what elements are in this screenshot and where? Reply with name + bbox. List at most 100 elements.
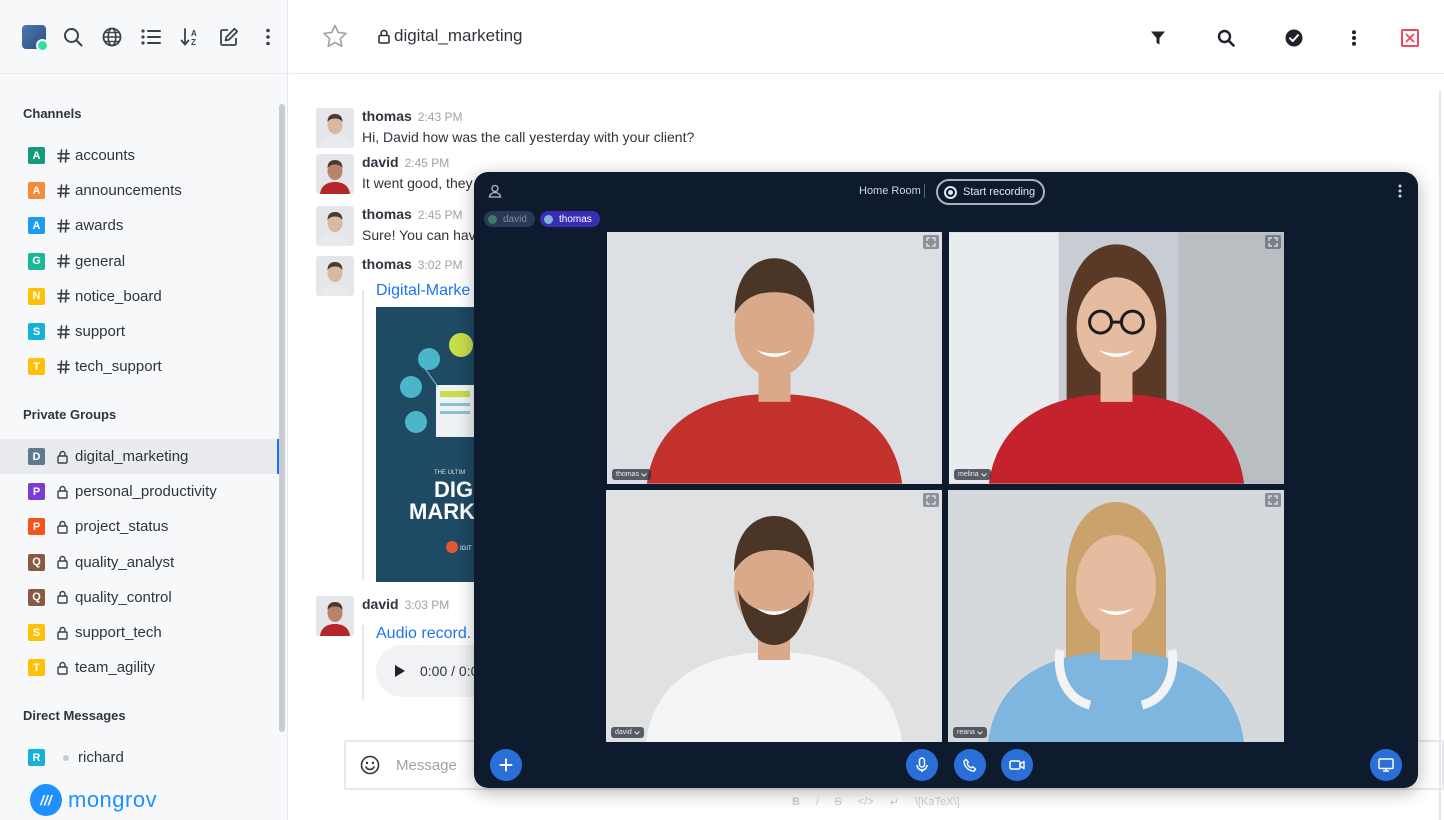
avatar[interactable] (316, 596, 354, 636)
participant-chip-avatar (544, 214, 553, 224)
message-username[interactable]: thomas (362, 108, 412, 124)
sidebar-item-digital-marketing[interactable]: Ddigital_marketing (0, 439, 279, 474)
tile-name-label[interactable]: melina (954, 469, 991, 480)
add-participant-button[interactable] (490, 749, 522, 781)
video-call-window: Home Room Start recording david thomas t… (474, 172, 1418, 788)
video-tile-reana[interactable]: reana (948, 490, 1284, 742)
sidebar-item-personal-productivity[interactable]: Ppersonal_productivity (0, 474, 279, 509)
display-list-icon[interactable] (132, 17, 171, 57)
sort-az-icon[interactable]: AZ (170, 17, 209, 57)
video-tile-thomas[interactable]: thomas (607, 232, 942, 484)
avatar[interactable] (316, 154, 354, 194)
room-avatar: T (28, 358, 45, 376)
italic-button[interactable]: i (816, 796, 818, 809)
mongrov-logo-icon: /// (30, 784, 62, 816)
message-username[interactable]: david (362, 154, 399, 170)
chevron-down-icon (977, 730, 983, 735)
call-more-kebab-icon[interactable] (1398, 184, 1402, 203)
expand-icon[interactable] (1265, 235, 1281, 249)
avatar[interactable] (316, 256, 354, 296)
status-offline-icon (63, 754, 69, 761)
room-avatar: Q (28, 588, 45, 606)
code-button[interactable]: </> (858, 796, 874, 809)
tile-name-label[interactable]: david (611, 727, 644, 738)
room-avatar: P (28, 483, 45, 501)
message-username[interactable]: thomas (362, 206, 412, 222)
sidebar-item-label: awards (75, 217, 124, 235)
section-title-private-groups: Private Groups (23, 407, 117, 422)
participant-chip[interactable]: david (484, 211, 535, 227)
more-kebab-icon[interactable] (248, 17, 287, 57)
end-call-button[interactable] (954, 749, 986, 781)
room-header: digital_marketing (289, 0, 1444, 74)
hash-icon (57, 219, 75, 233)
sidebar-item-announcements[interactable]: Aannouncements (0, 173, 279, 208)
sidebar-item-quality-analyst[interactable]: Qquality_analyst (0, 545, 279, 580)
sidebar-item-label: tech_support (75, 358, 162, 376)
multiline-button[interactable]: ↵ (890, 796, 899, 809)
sidebar-item-project-status[interactable]: Pproject_status (0, 509, 279, 544)
edit-compose-icon[interactable] (209, 17, 248, 57)
tile-name-text: melina (958, 471, 979, 478)
close-room-button[interactable] (1399, 27, 1421, 49)
tile-name-label[interactable]: reana (953, 727, 987, 738)
tile-name-label[interactable]: thomas (612, 469, 651, 480)
directory-globe-icon[interactable] (93, 17, 132, 57)
expand-icon[interactable] (923, 493, 939, 507)
participant-video (607, 232, 942, 484)
message[interactable]: david 2:45 PM It went good, they (316, 154, 473, 194)
avatar[interactable] (316, 108, 354, 148)
video-tile-david[interactable]: david (606, 490, 942, 742)
message-text: It went good, they (362, 175, 473, 191)
message-input[interactable]: Message (396, 757, 457, 774)
sidebar-scrollbar[interactable] (279, 104, 285, 732)
sidebar-item-awards[interactable]: Aawards (0, 208, 279, 243)
audio-attachment-link[interactable]: Audio record. (376, 625, 471, 643)
attachment-image[interactable]: THE ULTIM DIG MARK IGIT (376, 307, 476, 582)
play-icon[interactable] (394, 664, 406, 678)
share-screen-button[interactable] (1370, 749, 1402, 781)
strike-button[interactable]: S (834, 796, 841, 809)
message[interactable]: thomas 2:45 PM Sure! You can have (316, 206, 483, 246)
participant-chip-active[interactable]: thomas (540, 211, 600, 227)
sidebar-item-general[interactable]: Ggeneral (0, 244, 279, 279)
expand-icon[interactable] (923, 235, 939, 249)
sidebar-item-support[interactable]: Ssupport (0, 314, 279, 349)
lock-icon (57, 661, 75, 675)
room-avatar: N (28, 287, 45, 305)
sidebar-item-quality-control[interactable]: Qquality_control (0, 580, 279, 615)
sidebar-item-support-tech[interactable]: Ssupport_tech (0, 615, 279, 650)
microphone-button[interactable] (906, 749, 938, 781)
sidebar-item-richard[interactable]: Rrichard (0, 740, 279, 775)
video-tile-melina[interactable]: melina (949, 232, 1284, 484)
katex-button[interactable]: \[KaTeX\] (915, 796, 960, 809)
search-messages-icon[interactable] (1215, 27, 1237, 49)
search-icon[interactable] (54, 17, 93, 57)
start-recording-button[interactable]: Start recording (936, 179, 1046, 205)
filter-icon[interactable] (1147, 27, 1169, 49)
message-username[interactable]: thomas (362, 256, 412, 272)
room-more-kebab-icon[interactable] (1343, 27, 1365, 49)
call-topbar: Home Room Start recording (474, 172, 1418, 212)
sidebar-item-team-agility[interactable]: Tteam_agility (0, 650, 279, 685)
user-avatar[interactable] (20, 17, 49, 57)
message[interactable]: thomas 2:43 PM Hi, David how was the call … (316, 108, 694, 148)
hash-icon (57, 148, 75, 163)
participant-video (949, 232, 1284, 484)
sidebar-item-tech-support[interactable]: Ttech_support (0, 349, 279, 384)
attachment-title-link[interactable]: Digital-Marke (376, 282, 470, 300)
emoji-icon[interactable] (360, 755, 380, 775)
camera-button[interactable] (1001, 749, 1033, 781)
message-username[interactable]: david (362, 596, 399, 612)
sidebar-item-notice-board[interactable]: Nnotice_board (0, 279, 279, 314)
participants-icon[interactable] (488, 184, 502, 203)
bold-button[interactable]: B (792, 796, 800, 809)
sidebar-item-accounts[interactable]: Aaccounts (0, 138, 279, 173)
expand-icon[interactable] (1265, 493, 1281, 507)
sidebar-item-label: quality_analyst (75, 553, 175, 571)
favorite-star-icon[interactable] (322, 24, 348, 53)
message-timestamp: 3:02 PM (417, 258, 463, 272)
sidebar-toolbar: AZ (0, 0, 287, 74)
avatar[interactable] (316, 206, 354, 246)
check-circle-icon[interactable] (1283, 27, 1305, 49)
